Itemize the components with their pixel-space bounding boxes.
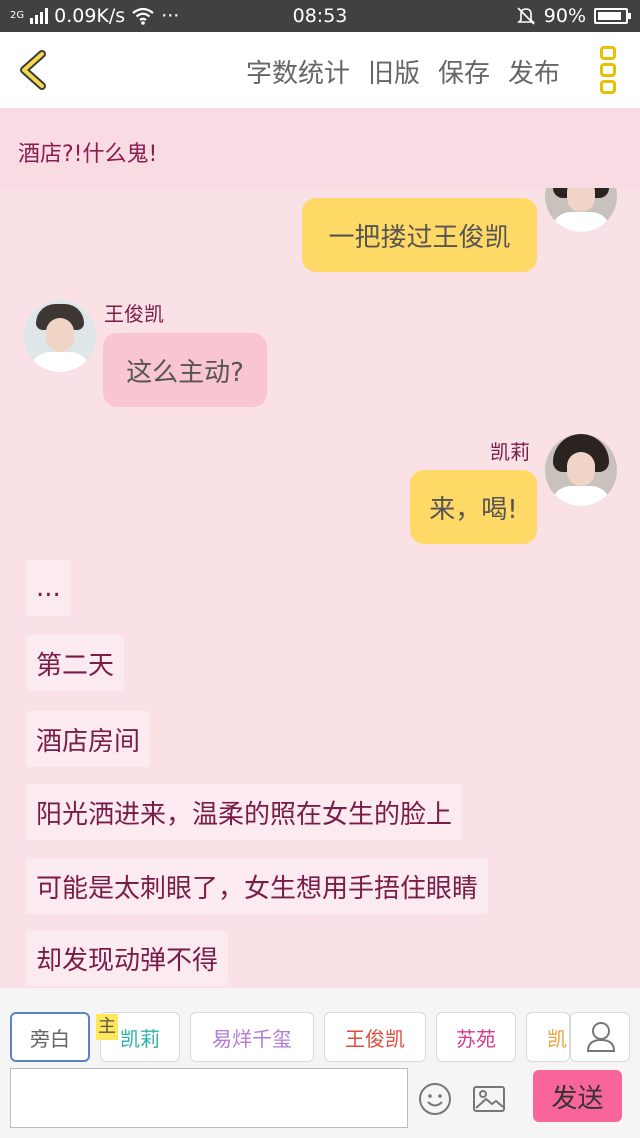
speaker-name: 凯莉	[490, 440, 530, 464]
character-chip[interactable]: 凯	[526, 1012, 570, 1062]
narration-line: 酒店房间	[26, 711, 151, 767]
speaker-name: 王俊凯	[104, 302, 164, 326]
narration-line: 可能是太刺眼了，女生想用手捂住眼睛	[26, 858, 489, 914]
composer-bar: 旁白 凯莉 主 易烊千玺 王俊凯 苏苑 凯 发送	[0, 988, 640, 1138]
back-arrow-icon[interactable]	[16, 50, 50, 90]
clock: 08:53	[292, 5, 348, 27]
narration-line: 酒店?!什么鬼!	[0, 108, 640, 188]
chat-bubble-left: 这么主动?	[103, 333, 267, 407]
editor-toolbar: 字数统计 旧版 保存 发布	[0, 32, 640, 108]
character-chip[interactable]: 易烊千玺	[190, 1012, 314, 1062]
narration-line: 却发现动弹不得	[26, 930, 229, 986]
chat-bubble-right: 来，喝!	[410, 470, 537, 544]
send-button[interactable]: 发送	[533, 1070, 622, 1122]
battery-percent: 90%	[543, 5, 586, 27]
battery-icon	[594, 8, 631, 24]
character-chip[interactable]: 苏苑	[436, 1012, 516, 1062]
image-icon[interactable]	[472, 1082, 506, 1116]
character-chip[interactable]: 旁白	[10, 1012, 90, 1062]
story-content[interactable]: 酒店?!什么鬼! 一把搂过王俊凯 王俊凯 这么主动? 凯莉 来，喝! ... 第…	[0, 108, 640, 988]
avatar-kaili[interactable]	[545, 434, 617, 506]
message-input[interactable]	[10, 1068, 408, 1128]
status-bar: 2G 0.09K/s ··· 08:53 90%	[0, 0, 640, 32]
narration-line: 第二天	[26, 635, 125, 691]
old-version-button[interactable]: 旧版	[368, 53, 420, 90]
avatar-wangjunkai[interactable]	[24, 300, 96, 372]
main-character-tag: 主	[96, 1014, 118, 1040]
word-count-button[interactable]: 字数统计	[246, 53, 350, 90]
narration-line: ...	[26, 560, 71, 616]
bell-muted-icon	[516, 7, 535, 25]
publish-button[interactable]: 发布	[508, 53, 560, 90]
more-menu-icon[interactable]	[600, 46, 616, 94]
chat-bubble-right: 一把搂过王俊凯	[302, 198, 537, 272]
narration-line: 阳光洒进来，温柔的照在女生的脸上	[26, 784, 463, 840]
save-button[interactable]: 保存	[438, 53, 490, 90]
person-icon[interactable]	[570, 1012, 630, 1062]
emoji-icon[interactable]	[418, 1082, 452, 1116]
character-chip[interactable]: 王俊凯	[324, 1012, 426, 1062]
